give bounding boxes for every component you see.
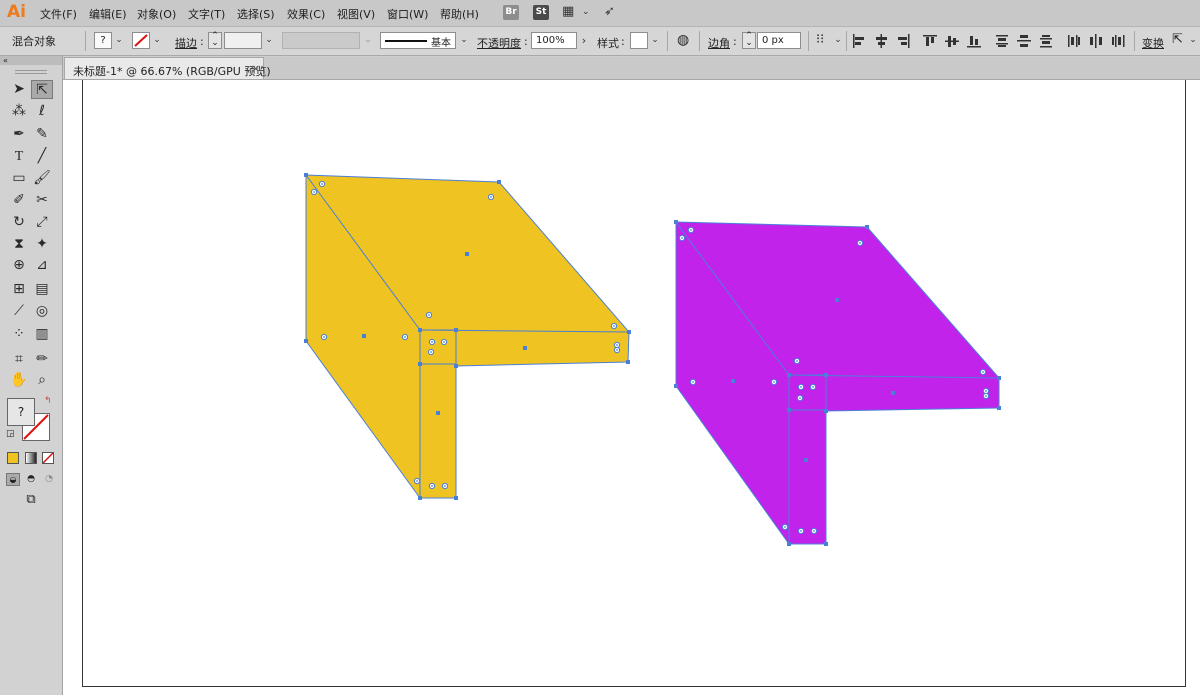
fill-color-swatch[interactable]: ? (7, 398, 35, 426)
anchor-point[interactable] (454, 364, 458, 368)
anchor-point[interactable] (824, 409, 828, 413)
corner-widget-dot (443, 341, 445, 343)
corner-widget-dot (692, 381, 694, 383)
corner-widget-dot (982, 371, 984, 373)
corner-widget-dot (784, 526, 786, 528)
corner-widget-dot (800, 386, 802, 388)
anchor-point[interactable] (362, 334, 366, 338)
anchor-point[interactable] (418, 496, 422, 500)
anchor-point[interactable] (835, 298, 839, 302)
corner-widget-dot (431, 485, 433, 487)
anchor-point[interactable] (865, 225, 869, 229)
corner-widget-dot (773, 381, 775, 383)
anchor-point[interactable] (824, 373, 828, 377)
purple-shape (675, 221, 1000, 545)
anchor-point[interactable] (674, 384, 678, 388)
anchor-point[interactable] (497, 180, 501, 184)
artwork-layer (304, 173, 1001, 546)
corner-widget-dot (812, 386, 814, 388)
corner-widget-dot (859, 242, 861, 244)
anchor-point[interactable] (787, 373, 791, 377)
corner-widget-dot (430, 351, 432, 353)
corner-widget-dot (985, 390, 987, 392)
anchor-point[interactable] (997, 376, 1001, 380)
anchor-point[interactable] (454, 496, 458, 500)
anchor-point[interactable] (627, 330, 631, 334)
anchor-point[interactable] (418, 362, 422, 366)
anchor-point[interactable] (523, 346, 527, 350)
corner-widget-dot (613, 325, 615, 327)
anchor-point[interactable] (891, 391, 895, 395)
anchor-point[interactable] (674, 220, 678, 224)
anchor-point[interactable] (465, 252, 469, 256)
corner-widget-dot (323, 336, 325, 338)
corner-widget-dot (313, 191, 315, 193)
corner-widget-dot (813, 530, 815, 532)
anchor-point[interactable] (304, 339, 308, 343)
corner-widget-dot (431, 341, 433, 343)
purple-blend-object[interactable] (675, 221, 1000, 545)
corner-widget-dot (796, 360, 798, 362)
corner-widget-dot (985, 395, 987, 397)
anchor-point[interactable] (436, 411, 440, 415)
corner-widget-dot (616, 349, 618, 351)
corner-widget-dot (428, 314, 430, 316)
corner-widget-dot (490, 196, 492, 198)
corner-widget-dot (799, 397, 801, 399)
anchor-point[interactable] (418, 328, 422, 332)
anchor-point[interactable] (626, 360, 630, 364)
anchor-point[interactable] (824, 542, 828, 546)
anchor-point[interactable] (787, 408, 791, 412)
corner-widget-dot (404, 336, 406, 338)
yellow-shape (305, 174, 630, 499)
anchor-point[interactable] (804, 458, 808, 462)
corner-widget-dot (690, 229, 692, 231)
corner-widget-dot (444, 485, 446, 487)
anchor-point[interactable] (454, 328, 458, 332)
anchor-point[interactable] (304, 173, 308, 177)
corner-widget-dot (616, 344, 618, 346)
anchor-point[interactable] (997, 406, 1001, 410)
anchor-point[interactable] (731, 379, 735, 383)
corner-widget-dot (321, 183, 323, 185)
yellow-blend-object[interactable] (305, 174, 630, 499)
corner-widget-dot (681, 237, 683, 239)
anchor-point[interactable] (787, 542, 791, 546)
corner-widget-dot (416, 480, 418, 482)
corner-widget-dot (800, 530, 802, 532)
